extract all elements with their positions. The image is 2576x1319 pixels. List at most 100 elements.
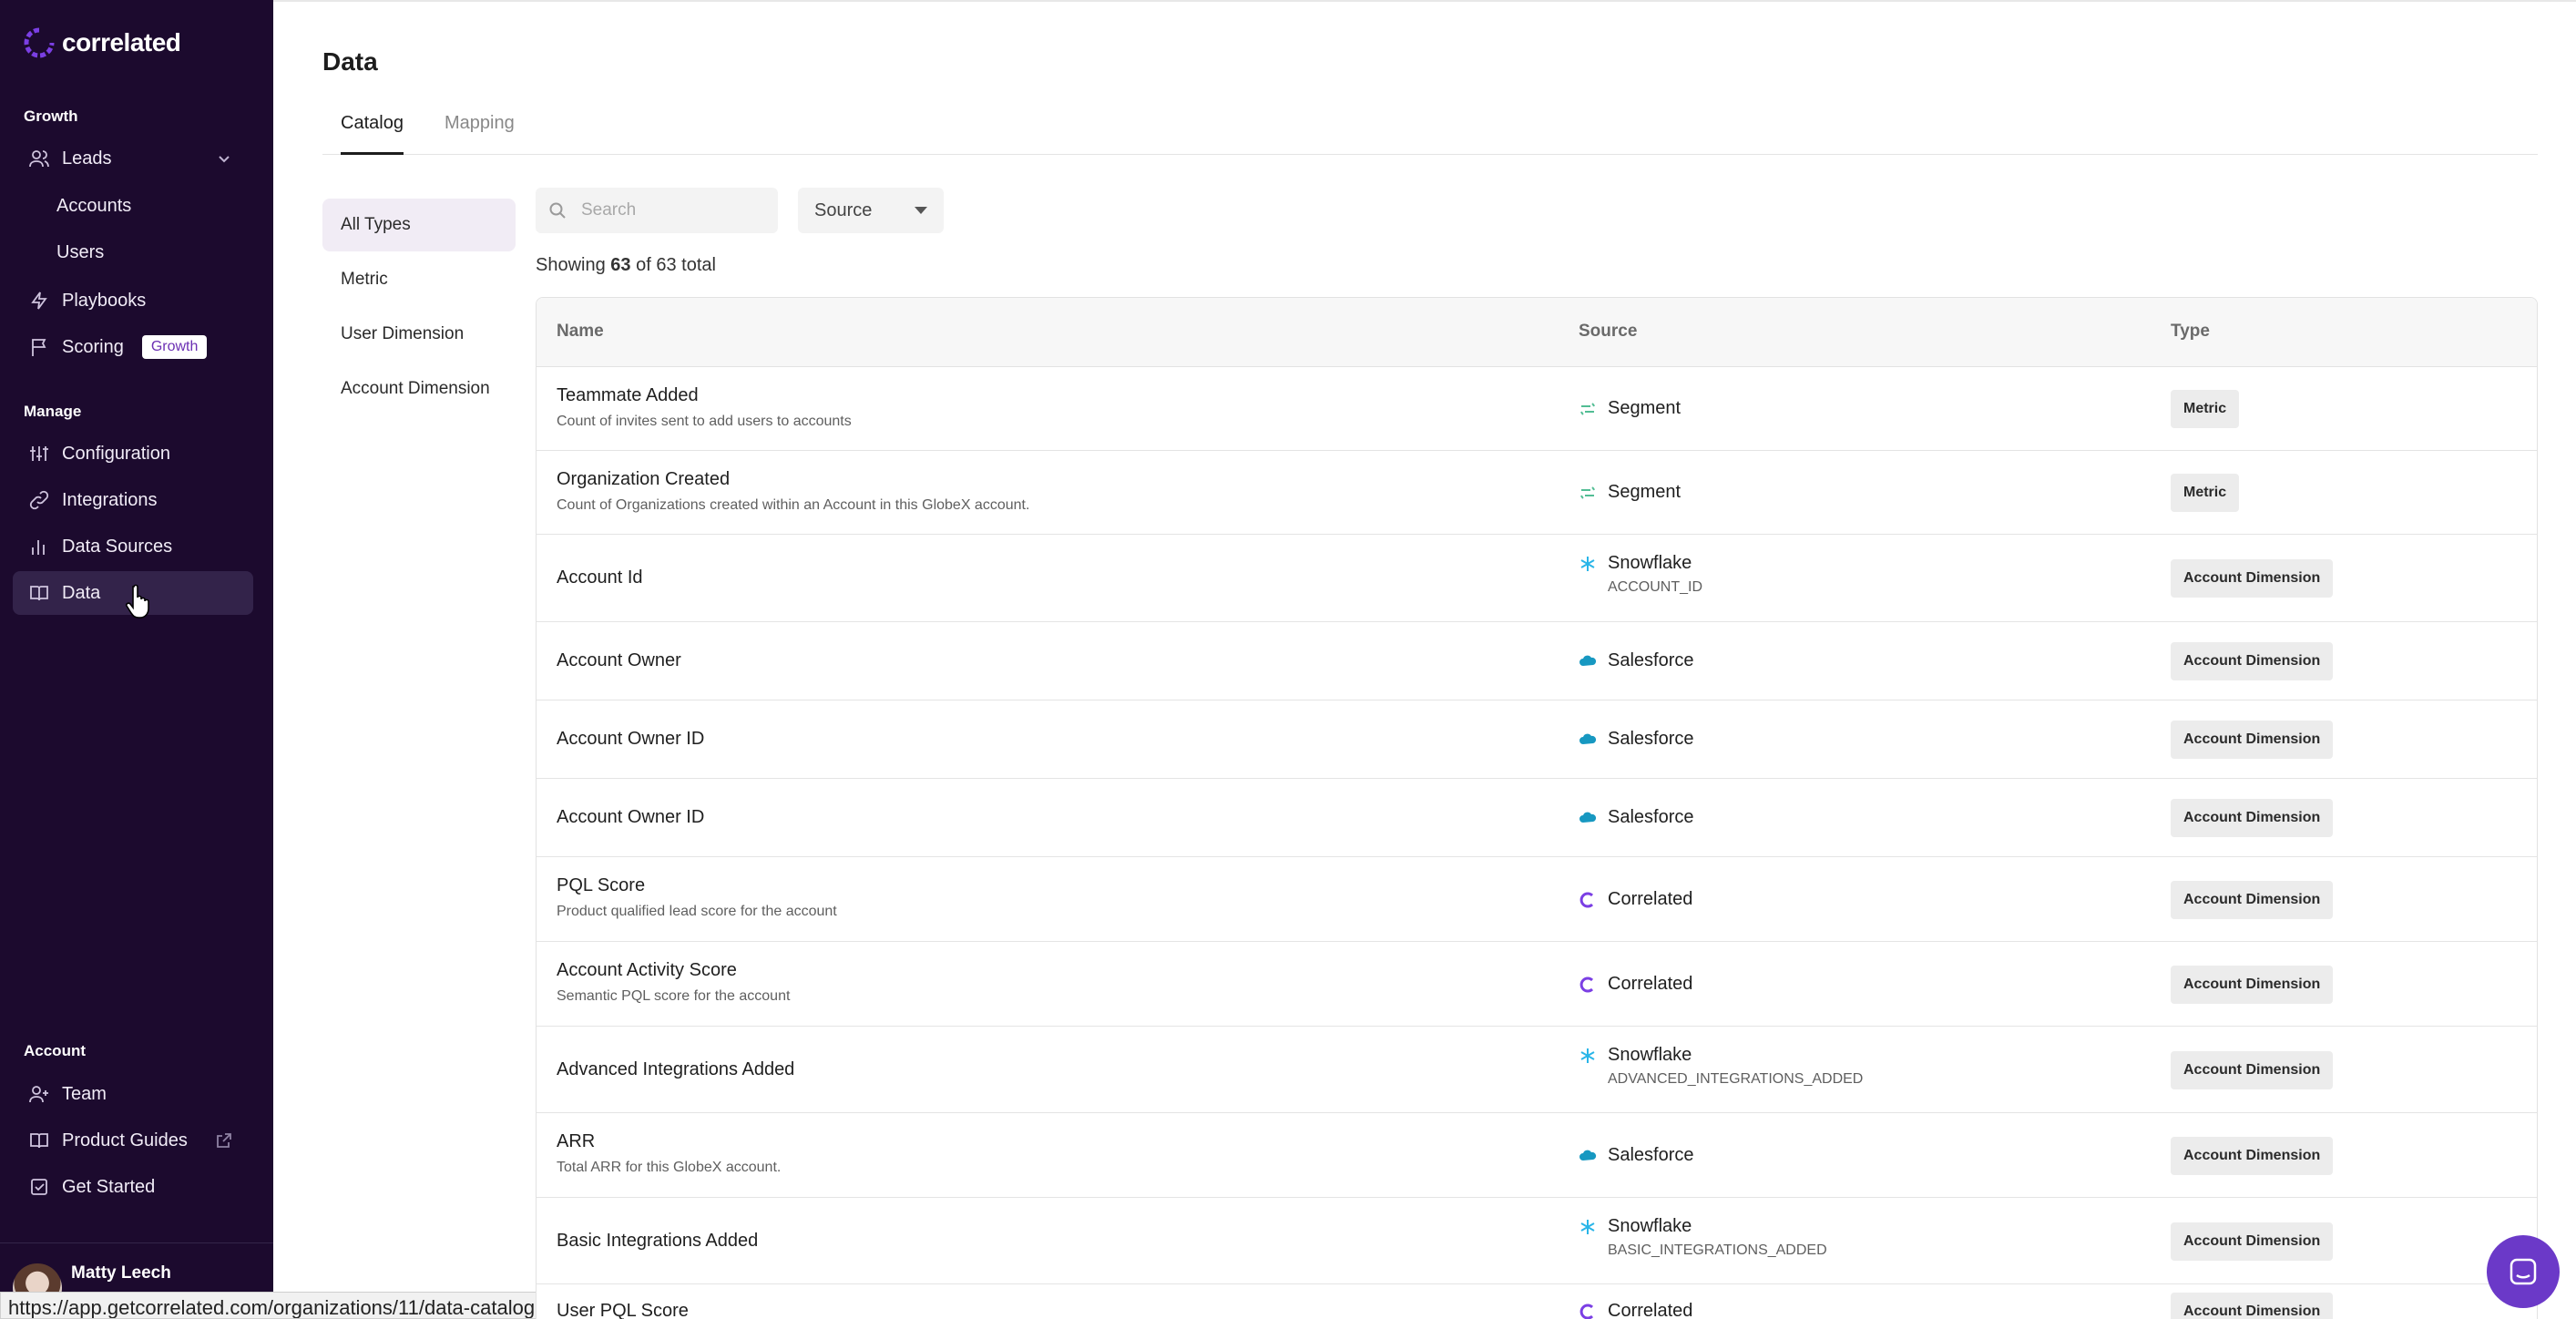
row-description: Product qualified lead score for the acc… [557, 904, 837, 919]
nav-team-label: Team [62, 1083, 107, 1104]
nav-scoring-label: Scoring [62, 336, 124, 357]
row-type-badge: Account Dimension [2171, 721, 2334, 759]
sidebar: correlated Growth Leads Accounts Users P… [0, 0, 273, 1319]
table-row[interactable]: Account Owner Salesforce Account Dimension [537, 622, 2537, 700]
table-row[interactable]: Account Activity Score Semantic PQL score… [537, 942, 2537, 1027]
row-source-name: Segment [1608, 482, 1682, 502]
results-count: Showing 63 of 63 total [536, 255, 716, 276]
caret-down-icon [915, 207, 927, 214]
nav-integrations[interactable]: Integrations [13, 478, 253, 522]
row-source-cell: Salesforce [1579, 807, 1694, 832]
row-description: Semantic PQL score for the account [557, 988, 791, 1004]
flag-icon [29, 337, 49, 357]
search-input[interactable] [581, 200, 763, 220]
book-icon [29, 583, 49, 603]
growth-badge: Growth [141, 335, 208, 359]
nav-playbooks[interactable]: Playbooks [13, 279, 253, 322]
row-name: Teammate Added [557, 385, 699, 405]
row-description: Total ARR for this GlobeX account. [557, 1160, 782, 1175]
table-row[interactable]: Account Id Snowflake ACCOUNT_ID Account Dim… [537, 535, 2537, 622]
row-name-cell: Basic Integrations Added [557, 1231, 758, 1252]
nav-integrations-label: Integrations [62, 489, 158, 510]
row-type-badge: Account Dimension [2171, 881, 2334, 919]
column-header-type[interactable]: Type [2171, 322, 2210, 342]
row-source-cell: Snowflake ADVANCED_INTEGRATIONS_ADDED [1579, 1045, 1863, 1088]
row-name-cell: Teammate Added Count of invites sent to a… [557, 385, 852, 430]
source-dropdown-value: Source [814, 199, 873, 220]
nav-team[interactable]: Team [13, 1072, 253, 1116]
book-icon [29, 1130, 49, 1150]
tab-catalog[interactable]: Catalog [341, 113, 404, 155]
segment-icon [1579, 482, 1597, 506]
nav-data-sources-label: Data Sources [62, 536, 173, 557]
column-header-name[interactable]: Name [557, 322, 604, 342]
nav-scoring[interactable]: Scoring Growth [13, 325, 253, 369]
table-row[interactable]: Organization Created Count of Organizatio… [537, 451, 2537, 535]
nav-playbooks-label: Playbooks [62, 290, 147, 311]
filter-user-dimension[interactable]: User Dimension [322, 308, 516, 361]
table-row[interactable]: Account Owner ID Salesforce Account Dimens… [537, 700, 2537, 779]
row-source-cell: Correlated [1579, 974, 1692, 998]
row-name-cell: Organization Created Count of Organizatio… [557, 469, 1029, 514]
row-name: Account Owner [557, 650, 681, 670]
table-row[interactable]: Advanced Integrations Added Snowflake ADVA… [537, 1027, 2537, 1113]
table-row[interactable]: ARR Total ARR for this GlobeX account. Sal… [537, 1113, 2537, 1198]
brand-logo[interactable]: correlated [24, 27, 181, 58]
row-source-name: Salesforce [1608, 650, 1694, 670]
nav-users[interactable]: Users [13, 230, 253, 274]
table-row[interactable]: Teammate Added Count of invites sent to a… [537, 367, 2537, 451]
column-header-source[interactable]: Source [1579, 322, 1637, 342]
row-source-cell: Correlated [1579, 1301, 1692, 1319]
table-header: Name Source Type [537, 298, 2537, 367]
users-icon [29, 148, 49, 169]
nav-get-started[interactable]: Get Started [13, 1165, 253, 1209]
nav-leads[interactable]: Leads [13, 137, 253, 180]
filter-account-dimension[interactable]: Account Dimension [322, 363, 516, 415]
row-description: Count of Organizations created within an… [557, 497, 1030, 513]
row-source-name: Correlated [1608, 1301, 1693, 1319]
nav-product-guides[interactable]: Product Guides [13, 1119, 253, 1162]
nav-accounts[interactable]: Accounts [13, 184, 253, 228]
row-source-name: Salesforce [1608, 729, 1694, 749]
row-name: Account Activity Score [557, 960, 737, 980]
nav-data-sources[interactable]: Data Sources [13, 525, 253, 568]
row-source-name: Snowflake [1608, 1045, 1692, 1065]
tab-mapping[interactable]: Mapping [445, 113, 515, 155]
nav-users-label: Users [56, 241, 105, 262]
nav-configuration[interactable]: Configuration [13, 432, 253, 475]
results-count-number: 63 [610, 255, 631, 275]
tab-bar: Catalog Mapping [322, 107, 2538, 155]
row-source-cell: Snowflake ACCOUNT_ID [1579, 553, 1702, 596]
chat-launcher-button[interactable] [2487, 1235, 2560, 1308]
row-type-badge: Account Dimension [2171, 1222, 2334, 1261]
bar-chart-icon [29, 537, 49, 557]
source-dropdown[interactable]: Source [798, 188, 944, 233]
row-name: Account Owner ID [557, 807, 705, 827]
row-name: ARR [557, 1131, 596, 1151]
row-name: Advanced Integrations Added [557, 1059, 795, 1079]
salesforce-icon [1579, 650, 1597, 675]
row-source-name: Salesforce [1608, 1145, 1694, 1165]
sliders-icon [29, 444, 49, 464]
nav-get-started-label: Get Started [62, 1176, 156, 1197]
row-name-cell: PQL Score Product qualified lead score fo… [557, 875, 837, 920]
chevron-down-icon[interactable] [215, 149, 233, 168]
row-source-name: Segment [1608, 398, 1682, 418]
filter-all-types[interactable]: All Types [322, 199, 516, 251]
row-name-cell: ARR Total ARR for this GlobeX account. [557, 1131, 781, 1176]
table-row[interactable]: Basic Integrations Added Snowflake BASIC_I… [537, 1198, 2537, 1284]
table-row[interactable]: Account Owner ID Salesforce Account Dimens… [537, 779, 2537, 857]
row-source-name: Snowflake [1608, 553, 1692, 573]
search-box[interactable] [536, 188, 778, 233]
page-title: Data [322, 47, 378, 76]
search-icon [549, 202, 566, 219]
row-name-cell: User PQL Score [557, 1301, 689, 1319]
row-type-badge: Account Dimension [2171, 642, 2334, 680]
row-name-cell: Account Owner ID [557, 729, 704, 750]
table-row[interactable]: User PQL Score Correlated Account Dimensio… [537, 1284, 2537, 1319]
filter-metric[interactable]: Metric [322, 253, 516, 306]
salesforce-icon [1579, 807, 1597, 832]
table-row[interactable]: PQL Score Product qualified lead score fo… [537, 857, 2537, 942]
row-name: User PQL Score [557, 1301, 689, 1319]
top-divider [273, 0, 2576, 2]
